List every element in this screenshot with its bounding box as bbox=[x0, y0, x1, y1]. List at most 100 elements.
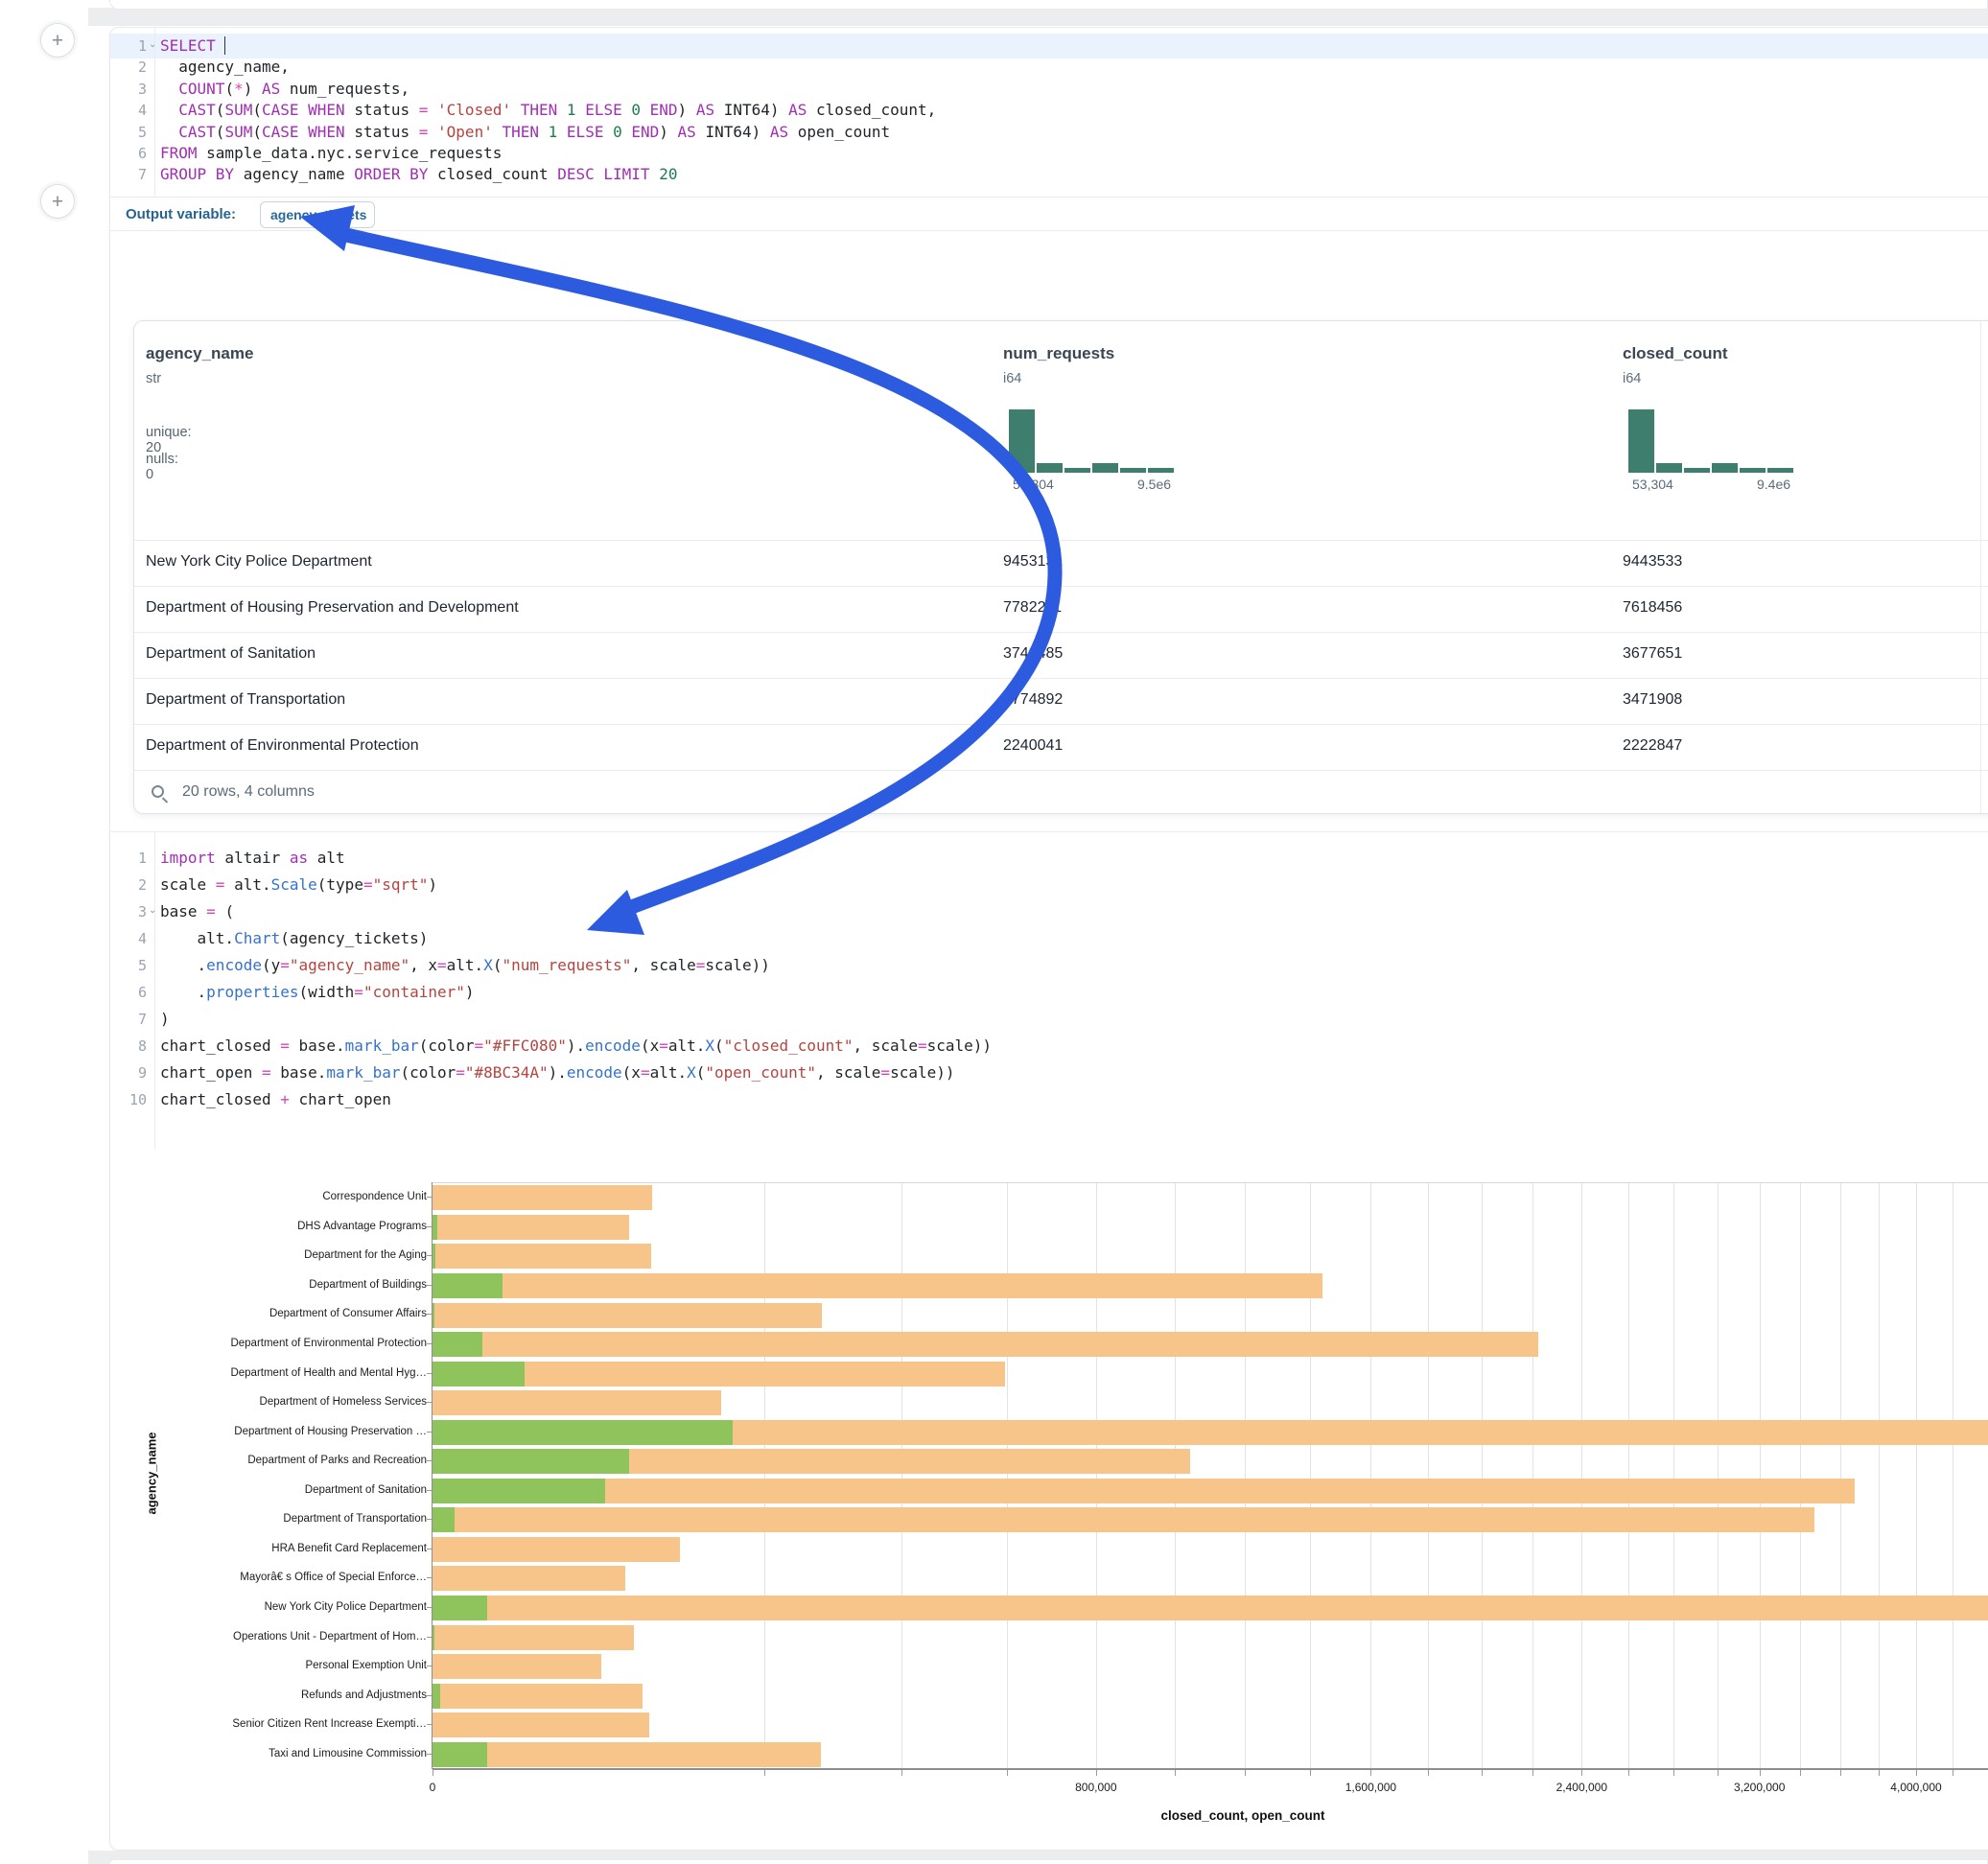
notebook-cell-card: 1⌄SELECT 2 agency_name,3 COUNT(*) AS num… bbox=[109, 27, 1988, 1851]
x-axis-tick bbox=[1096, 1770, 1097, 1776]
code-token: INT64) bbox=[696, 123, 770, 141]
table-cell: 9443533 bbox=[1623, 553, 1682, 571]
table-cell: 9453131 bbox=[1003, 553, 1063, 571]
line-number: 3 bbox=[110, 79, 147, 100]
x-axis-tick-label: 1,600,000 bbox=[1345, 1781, 1396, 1794]
code-token: AS bbox=[788, 101, 807, 119]
code-token: CAST bbox=[178, 101, 216, 119]
x-axis-tick bbox=[764, 1770, 765, 1776]
chart-x-axis-line bbox=[433, 1768, 1988, 1770]
histogram-bar bbox=[1740, 468, 1766, 473]
code-token: ) bbox=[659, 123, 677, 141]
code-token: WHEN bbox=[308, 101, 345, 119]
text-cursor bbox=[224, 36, 225, 55]
gridline bbox=[1532, 1183, 1533, 1768]
table-cell: Department of Transportation bbox=[146, 691, 345, 709]
y-axis-label: Department of Sanitation bbox=[139, 1484, 427, 1496]
table-row[interactable]: Department of Sanitation37494853677651 bbox=[134, 632, 1988, 678]
open-count-bar bbox=[433, 1362, 525, 1386]
x-axis-tick bbox=[1673, 1770, 1674, 1776]
table-cell: Department of Housing Preservation and D… bbox=[146, 599, 519, 617]
code-token: CASE bbox=[262, 123, 299, 141]
code-token: ( bbox=[216, 101, 225, 119]
table-cell: 3774892 bbox=[1003, 691, 1063, 709]
table-row[interactable]: Department of Environmental Protection 22… bbox=[134, 724, 1988, 770]
y-axis-label: Department of Health and Mental Hyg… bbox=[139, 1367, 427, 1379]
table-cell: 2222847 bbox=[1623, 737, 1682, 755]
gridline bbox=[1482, 1183, 1483, 1768]
table-row[interactable]: Department of Transportation377489234719… bbox=[134, 678, 1988, 724]
code-token: encode bbox=[585, 1037, 641, 1055]
code-line: CAST(SUM(CASE WHEN status = 'Open' THEN … bbox=[160, 122, 890, 143]
code-token: base bbox=[160, 902, 206, 920]
histogram-bar bbox=[1120, 468, 1146, 473]
x-axis-tick-label: 4,000,000 bbox=[1890, 1781, 1941, 1794]
code-token: = bbox=[216, 875, 225, 894]
code-token: AS bbox=[678, 123, 696, 141]
code-token: import bbox=[160, 849, 216, 867]
line-number: 1 bbox=[110, 848, 147, 869]
code-token: WHEN bbox=[308, 123, 345, 141]
code-token: "sqrt" bbox=[373, 875, 429, 894]
code-token: ). bbox=[567, 1037, 585, 1055]
search-icon[interactable] bbox=[152, 785, 164, 798]
open-count-bar bbox=[433, 1507, 455, 1532]
chart-x-axis-title: closed_count, open_count bbox=[1160, 1808, 1324, 1823]
code-line: COUNT(*) AS num_requests, bbox=[160, 79, 409, 100]
code-line: .properties(width="container") bbox=[160, 982, 475, 1003]
fold-caret-icon[interactable]: ⌄ bbox=[149, 905, 156, 916]
code-token: closed_count, bbox=[807, 101, 936, 119]
code-token: status bbox=[345, 101, 419, 119]
x-axis-tick bbox=[1718, 1770, 1719, 1776]
y-axis-label: Personal Exemption Unit bbox=[139, 1660, 427, 1671]
gridline bbox=[1428, 1183, 1429, 1768]
code-token: chart_closed bbox=[160, 1037, 280, 1055]
python-editor[interactable]: 1import altair as alt2scale = alt.Scale(… bbox=[110, 832, 1988, 1149]
code-token: chart_open bbox=[290, 1090, 391, 1108]
fold-caret-icon[interactable]: ⌄ bbox=[149, 39, 156, 50]
open-count-bar bbox=[433, 1273, 503, 1298]
x-axis-tick bbox=[1428, 1770, 1429, 1776]
table-row[interactable]: New York City Police Department945313194… bbox=[134, 540, 1988, 586]
output-variable-pill[interactable]: agency_tickets bbox=[260, 201, 375, 228]
x-axis-tick-label: 2,400,000 bbox=[1556, 1781, 1607, 1794]
gridline bbox=[1096, 1183, 1097, 1768]
code-token bbox=[557, 101, 567, 119]
code-token: (type bbox=[317, 875, 363, 894]
histogram-bar bbox=[1628, 409, 1654, 473]
table-row[interactable]: Department of Housing Preservation and D… bbox=[134, 586, 1988, 632]
line-number: 7 bbox=[110, 164, 147, 185]
code-token: (color bbox=[419, 1037, 475, 1055]
line-number: 7 bbox=[110, 1009, 147, 1030]
add-cell-button-top[interactable]: + bbox=[40, 23, 75, 58]
code-token: = bbox=[363, 875, 373, 894]
code-token: alt. bbox=[224, 875, 270, 894]
code-token: . bbox=[160, 983, 206, 1001]
code-token: X bbox=[705, 1037, 714, 1055]
code-token: base. bbox=[271, 1063, 327, 1082]
closed-count-bar bbox=[433, 1273, 1322, 1298]
gridline bbox=[1007, 1183, 1008, 1768]
column-name: agency_name bbox=[146, 344, 253, 363]
code-token: = bbox=[918, 1037, 927, 1055]
histogram-bar bbox=[1092, 463, 1118, 473]
code-line: CAST(SUM(CASE WHEN status = 'Closed' THE… bbox=[160, 100, 936, 121]
code-line: scale = alt.Scale(type="sqrt") bbox=[160, 874, 437, 896]
table-cell: Department of Environmental Protection bbox=[146, 737, 419, 755]
code-token: ) bbox=[678, 101, 696, 119]
x-axis-tick bbox=[1628, 1770, 1629, 1776]
x-axis-tick bbox=[1800, 1770, 1801, 1776]
x-axis-tick bbox=[1916, 1770, 1917, 1776]
code-token: "agency_name" bbox=[290, 956, 409, 974]
add-cell-button-output[interactable]: + bbox=[40, 184, 75, 219]
code-line: agency_name, bbox=[160, 57, 290, 78]
column-histogram bbox=[1009, 406, 1178, 473]
code-token: CASE bbox=[262, 101, 299, 119]
code-token: = bbox=[696, 956, 706, 974]
x-axis-tick bbox=[1482, 1770, 1483, 1776]
code-token: ( bbox=[216, 123, 225, 141]
y-axis-label: Department for the Aging bbox=[139, 1249, 427, 1261]
code-token bbox=[216, 36, 225, 55]
sql-editor[interactable]: 1⌄SELECT 2 agency_name,3 COUNT(*) AS num… bbox=[110, 28, 1988, 197]
code-token: 'Open' bbox=[437, 123, 493, 141]
